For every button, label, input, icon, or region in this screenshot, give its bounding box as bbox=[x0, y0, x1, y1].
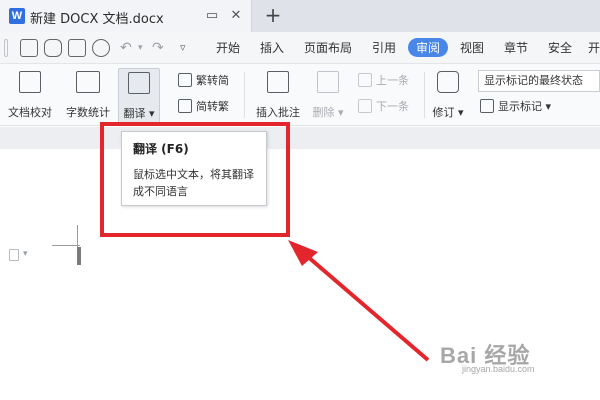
baidu-watermark: Bai 经验 jingyan.baidu.com bbox=[440, 338, 535, 374]
watermark-url: jingyan.baidu.com bbox=[462, 364, 535, 374]
